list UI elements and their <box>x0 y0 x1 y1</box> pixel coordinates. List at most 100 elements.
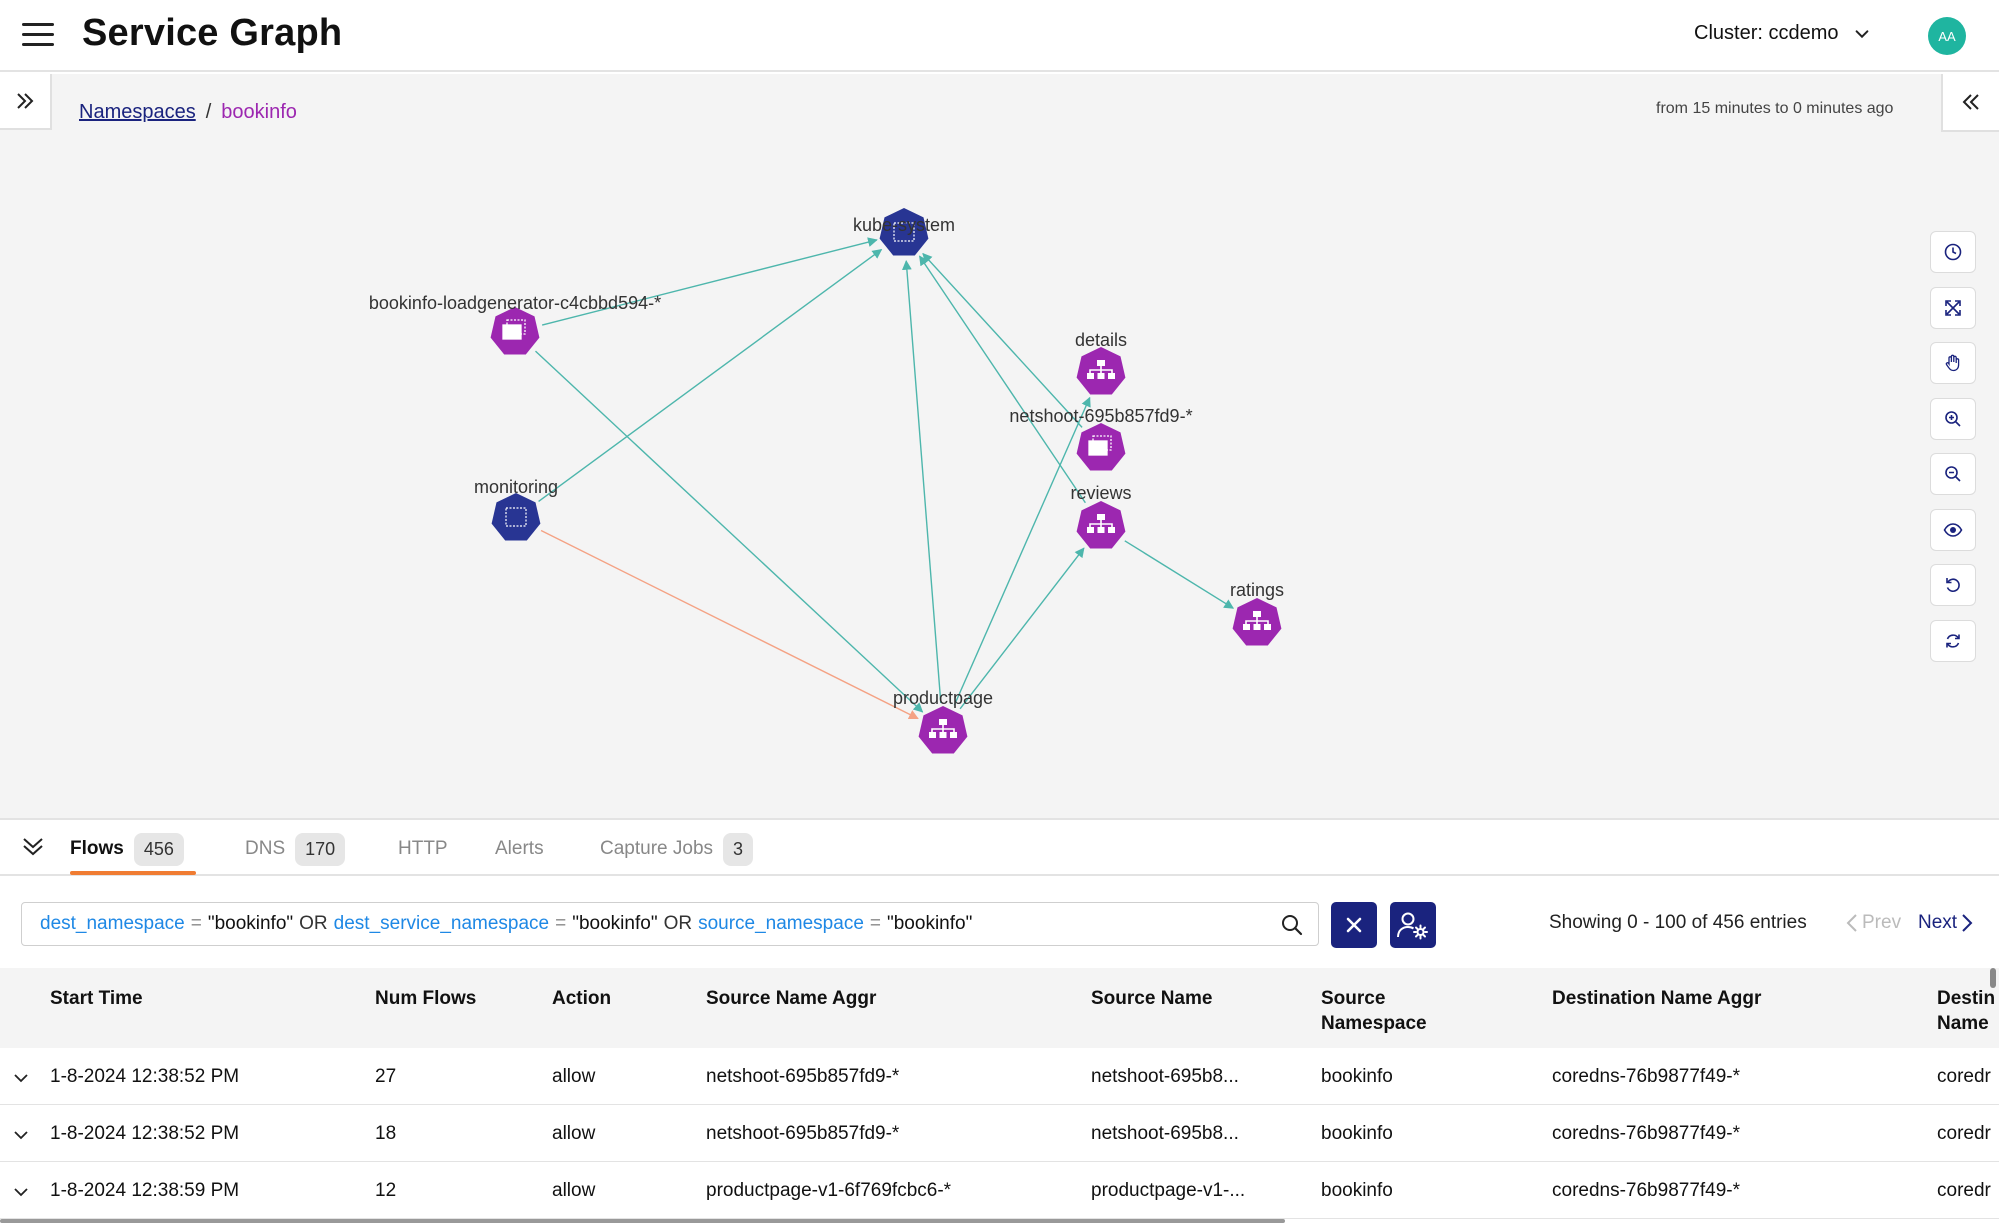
service-graph[interactable] <box>0 74 1999 818</box>
column-header[interactable]: Source Namespace <box>1321 986 1427 1036</box>
query-token: = <box>869 913 881 934</box>
expand-left-panel-button[interactable] <box>0 74 52 130</box>
search-icon[interactable] <box>1280 913 1304 937</box>
time-button[interactable] <box>1930 231 1976 273</box>
graph-edge[interactable] <box>1124 540 1235 609</box>
table-cell: 1-8-2024 12:38:52 PM <box>50 1123 240 1144</box>
tab-alerts[interactable]: Alerts <box>495 832 544 866</box>
tab-capture-jobs[interactable]: Capture Jobs 3 <box>600 832 754 866</box>
query-token: "bookinfo" <box>207 913 294 934</box>
graph-node-label: monitoring <box>473 477 559 497</box>
next-page-button[interactable]: Next <box>1918 912 1973 934</box>
tab-flows[interactable]: Flows 456 <box>70 832 184 866</box>
undo-button[interactable] <box>1930 564 1976 606</box>
refresh-button[interactable] <box>1930 619 1976 662</box>
table-cell: bookinfo <box>1321 1123 1393 1144</box>
table-cell: 27 <box>375 1066 397 1087</box>
graph-canvas[interactable]: kube-system bookinfo-loadgenerator-c4cbbd… <box>0 74 1999 818</box>
table-cell: coredns-76b9877f49-* <box>1552 1123 1741 1144</box>
column-header[interactable]: Source Name Aggr <box>706 986 876 1011</box>
chevron-down-icon[interactable] <box>13 1184 29 1200</box>
chevrons-left-icon <box>1962 94 1979 110</box>
cluster-select[interactable]: Cluster: ccdemo <box>1694 22 1871 45</box>
table-cell: 18 <box>375 1123 397 1144</box>
user-settings-icon <box>1397 912 1428 940</box>
table-cell: productpage-v1-... <box>1091 1180 1246 1201</box>
tab-http[interactable]: HTTP <box>398 832 448 866</box>
column-header[interactable]: Destin Name <box>1937 986 1995 1036</box>
table-row[interactable]: 1-8-2024 12:38:59 PM 12 allow productpage-v… <box>0 1162 1999 1219</box>
zoom-in-button[interactable] <box>1930 397 1976 440</box>
collapse-panel-icon[interactable] <box>20 834 46 860</box>
column-header[interactable]: Num Flows <box>375 986 476 1011</box>
table-cell: netshoot-695b8... <box>1091 1066 1239 1087</box>
graph-node-monitoring[interactable] <box>491 493 541 541</box>
graph-node-details[interactable] <box>1076 347 1126 395</box>
graph-node-loadgen[interactable] <box>490 307 540 355</box>
column-header[interactable]: Source Name <box>1091 986 1212 1011</box>
avatar[interactable]: AA <box>1928 17 1966 55</box>
query-token: dest_service_namespace <box>333 913 550 934</box>
table-row[interactable]: 1-8-2024 12:38:52 PM 18 allow netshoot-695b… <box>0 1105 1999 1162</box>
horizontal-scrollbar[interactable] <box>0 1219 1285 1223</box>
view-button[interactable] <box>1930 508 1976 551</box>
graph-edge[interactable] <box>901 259 942 704</box>
chevron-down-icon <box>1855 29 1868 38</box>
tab-dns[interactable]: DNS 170 <box>245 832 346 866</box>
graph-node-productpage[interactable] <box>918 706 968 754</box>
prev-label: Prev <box>1862 912 1902 933</box>
graph-toolbar <box>1930 231 1976 675</box>
column-header[interactable]: Action <box>552 986 611 1011</box>
graph-node-ratings[interactable] <box>1232 598 1282 646</box>
pan-button[interactable] <box>1930 342 1976 384</box>
query-input[interactable]: dest_namespace = "bookinfo" OR dest_service_… <box>21 902 1319 946</box>
table-cell: netshoot-695b8... <box>1091 1123 1239 1144</box>
table-cell: bookinfo <box>1321 1066 1393 1087</box>
graph-edge[interactable] <box>919 255 1086 504</box>
breadcrumb-separator: / <box>205 101 212 123</box>
chevron-right-icon <box>1962 914 1973 932</box>
zoom-out-button[interactable] <box>1930 453 1976 495</box>
time-range: from 15 minutes to 0 minutes ago <box>1656 100 1894 117</box>
app-header: Service Graph Cluster: ccdemo AA <box>0 0 1999 72</box>
column-settings-button[interactable] <box>1390 902 1436 948</box>
query-token: = <box>190 913 202 934</box>
vertical-scrollbar[interactable] <box>1990 968 1996 988</box>
chevron-left-icon <box>1846 914 1857 932</box>
table-cell: netshoot-695b857fd9-* <box>706 1123 900 1144</box>
graph-node-label: netshoot-695b857fd9-* <box>1009 406 1193 426</box>
graph-edge[interactable] <box>922 252 1083 428</box>
table-cell: netshoot-695b857fd9-* <box>706 1066 900 1087</box>
table-cell: coredr <box>1937 1180 1991 1201</box>
graph-edge[interactable] <box>953 396 1091 706</box>
graph-node-label: productpage <box>892 688 994 708</box>
graph-edge[interactable] <box>538 248 883 502</box>
table-row[interactable]: 1-8-2024 12:38:52 PM 27 allow netshoot-695b… <box>0 1048 1999 1105</box>
table-cell: allow <box>552 1180 596 1201</box>
menu-icon[interactable] <box>22 22 54 48</box>
tab-label: Capture Jobs <box>600 838 714 859</box>
query-token: OR <box>663 913 693 934</box>
table-cell: productpage-v1-6f769fcbc6-* <box>706 1180 952 1201</box>
active-tab-indicator <box>70 871 196 875</box>
expand-right-panel-button[interactable] <box>1941 74 1999 132</box>
query-token: source_namespace <box>698 913 864 934</box>
table-cell: coredr <box>1937 1123 1991 1144</box>
breadcrumb-namespaces-link[interactable]: Namespaces <box>79 101 196 124</box>
tab-count: 170 <box>295 832 346 866</box>
graph-node-reviews[interactable] <box>1076 501 1126 549</box>
tab-count: 3 <box>723 832 754 866</box>
prev-page-button[interactable]: Prev <box>1846 912 1901 934</box>
chevron-down-icon[interactable] <box>13 1070 29 1086</box>
fit-button[interactable] <box>1930 286 1976 329</box>
graph-node-label: bookinfo-loadgenerator-c4cbbd594-* <box>368 293 662 313</box>
graph-edge[interactable] <box>535 350 924 713</box>
table-header: Start Time Num Flows Action Source Name … <box>0 968 1999 1048</box>
graph-edge[interactable] <box>540 529 919 720</box>
column-header[interactable]: Start Time <box>50 986 143 1011</box>
graph-edge[interactable] <box>959 547 1085 710</box>
clear-query-button[interactable] <box>1331 902 1377 948</box>
column-header[interactable]: Destination Name Aggr <box>1552 986 1761 1011</box>
chevron-down-icon[interactable] <box>13 1127 29 1143</box>
graph-node-netshoot[interactable] <box>1076 423 1126 471</box>
